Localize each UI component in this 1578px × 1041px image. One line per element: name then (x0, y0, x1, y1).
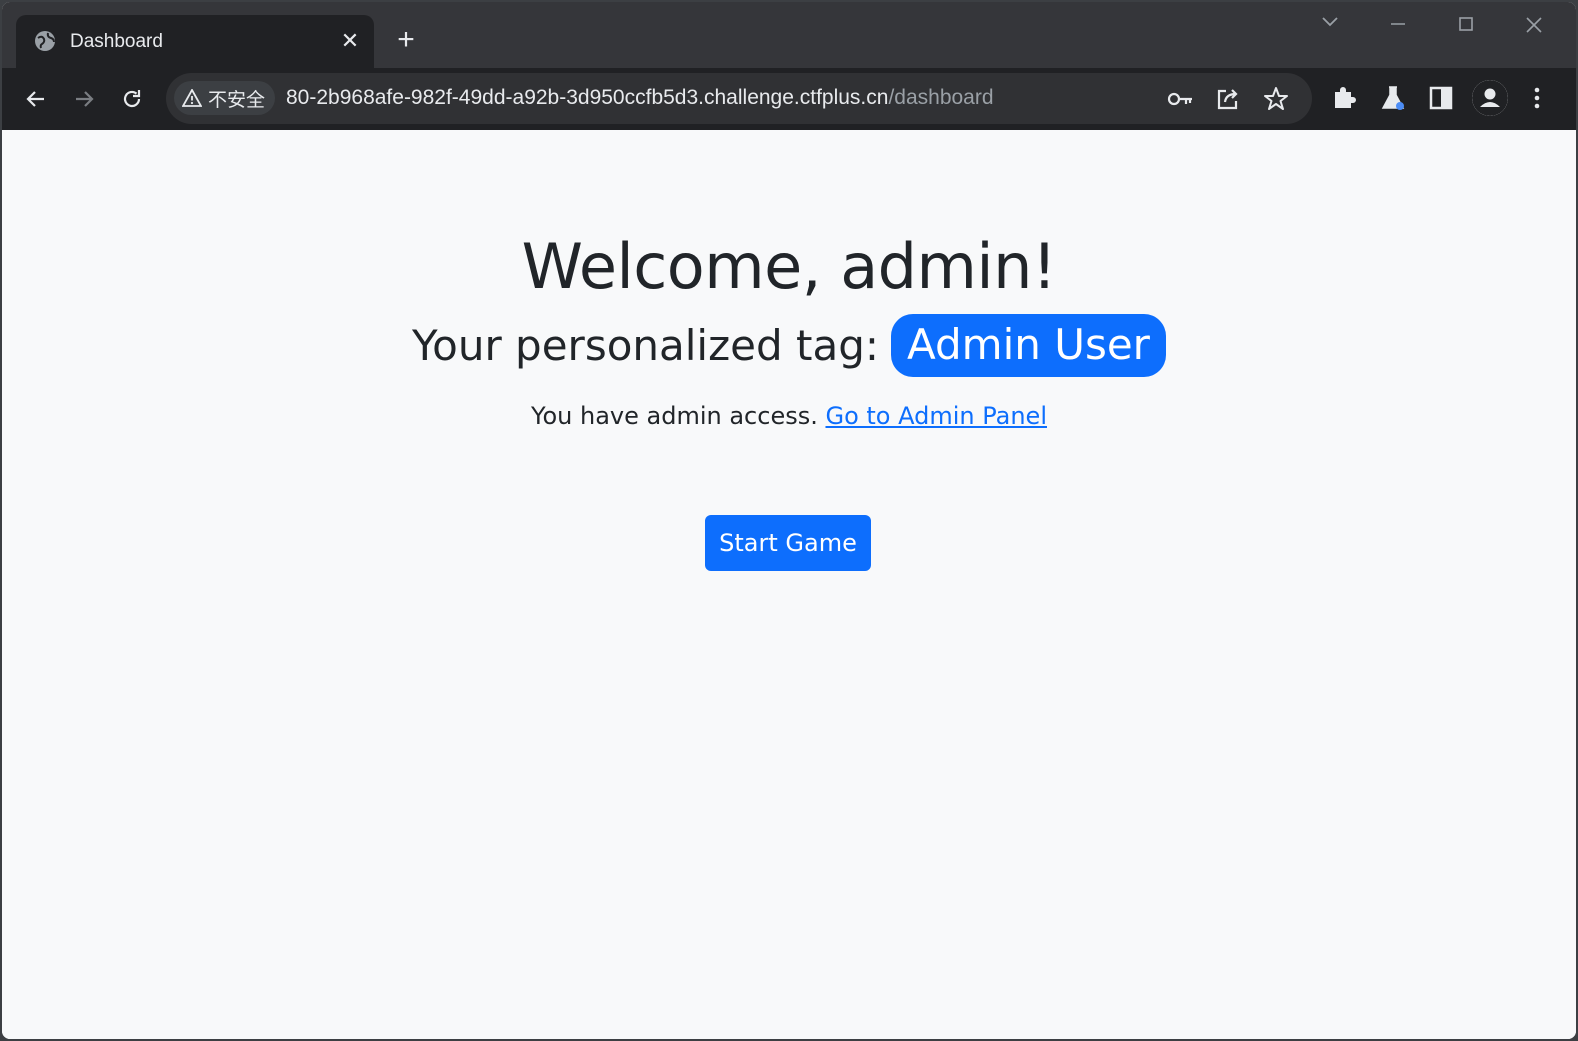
minimize-icon[interactable] (1378, 12, 1418, 38)
forward-icon[interactable] (66, 81, 102, 117)
tab-title: Dashboard (70, 31, 163, 52)
tag-line: Your personalized tag: Admin User (2, 314, 1576, 377)
welcome-heading: Welcome, admin! (521, 230, 1057, 303)
side-panel-icon[interactable] (1426, 83, 1458, 115)
close-window-icon[interactable] (1514, 12, 1554, 38)
url-host: 80-2b968afe-982f-49dd-a92b-3d950ccfb5d3.… (286, 86, 889, 109)
page-content: Welcome, admin! Your personalized tag: A… (2, 130, 1576, 1039)
menu-kebab-icon[interactable] (1522, 83, 1554, 115)
share-icon[interactable] (1214, 85, 1242, 113)
admin-access-text: You have admin access. Go to Admin Panel (2, 402, 1576, 430)
back-icon[interactable] (18, 81, 54, 117)
tab-dashboard[interactable]: Dashboard ✕ (16, 15, 374, 68)
reload-icon[interactable] (114, 81, 150, 117)
tab-search-icon[interactable] (1310, 12, 1350, 38)
key-icon[interactable] (1166, 85, 1194, 113)
tag-label: Your personalized tag: (412, 321, 880, 370)
url-text[interactable]: 80-2b968afe-982f-49dd-a92b-3d950ccfb5d3.… (286, 86, 994, 110)
security-chip[interactable]: 不安全 (174, 81, 276, 115)
access-text: You have admin access. (531, 402, 818, 430)
browser-window: Dashboard ✕ + 不安全 80-2b968afe-982f-49dd-… (0, 0, 1578, 1041)
address-bar[interactable]: 不安全 80-2b968afe-982f-49dd-a92b-3d950ccfb… (166, 73, 1312, 124)
security-label: 不安全 (208, 89, 266, 111)
url-path: /dashboard (888, 86, 994, 109)
close-tab-icon[interactable]: ✕ (338, 29, 362, 53)
bookmark-star-icon[interactable] (1262, 85, 1290, 113)
new-tab-button[interactable]: + (392, 25, 420, 55)
tag-badge: Admin User (891, 314, 1166, 377)
browser-toolbar: 不安全 80-2b968afe-982f-49dd-a92b-3d950ccfb… (2, 68, 1576, 130)
globe-icon (34, 30, 56, 52)
extensions-icon[interactable] (1330, 83, 1362, 115)
profile-avatar-icon[interactable] (1472, 80, 1508, 116)
warning-icon (182, 89, 202, 107)
tab-strip: Dashboard ✕ + (2, 2, 1576, 68)
maximize-icon[interactable] (1446, 12, 1486, 38)
admin-panel-link[interactable]: Go to Admin Panel (825, 402, 1047, 430)
labs-icon[interactable] (1378, 83, 1410, 115)
start-game-button[interactable]: Start Game (705, 515, 871, 571)
